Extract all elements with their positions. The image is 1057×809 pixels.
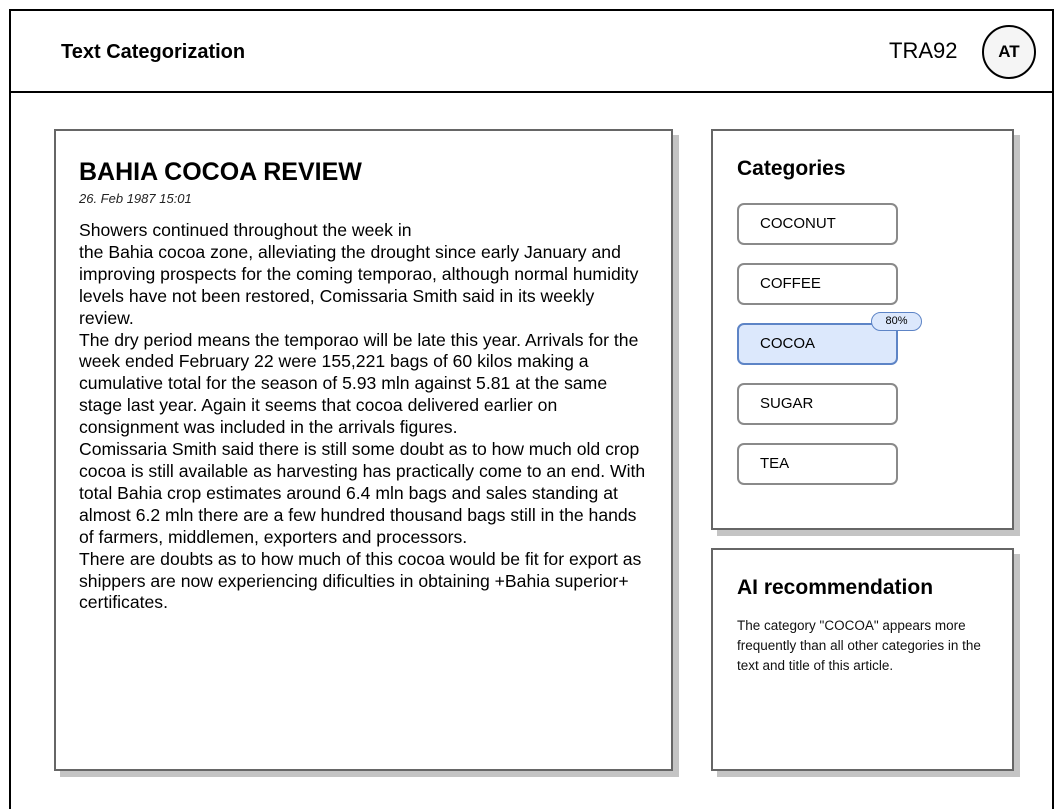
avatar-initials: AT — [998, 42, 1020, 61]
ai-recommendation-panel: AI recommendation The category "COCOA" a… — [711, 548, 1014, 771]
article-paragraph: The dry period means the temporao will b… — [79, 329, 639, 438]
ai-recommendation-text: The category "COCOA" appears more freque… — [737, 618, 981, 673]
category-button-coffee[interactable]: COFFEE — [737, 263, 898, 305]
category-label: COCOA — [760, 335, 816, 352]
avatar[interactable]: AT — [982, 25, 1036, 79]
category-button-tea[interactable]: TEA — [737, 443, 898, 485]
categories-panel: Categories COCONUT COFFEE COCOA 80% SUGA… — [711, 129, 1014, 530]
category-label: TEA — [760, 455, 790, 472]
category-button-coconut[interactable]: COCONUT — [737, 203, 898, 245]
category-label: COFFEE — [760, 275, 821, 292]
article-body: Showers continued throughout the week in… — [79, 220, 651, 614]
category-button-sugar[interactable]: SUGAR — [737, 383, 898, 425]
article-paragraph: Comissaria Smith said there is still som… — [79, 439, 646, 547]
article-card: BAHIA COCOA REVIEW 26. Feb 1987 15:01 Sh… — [54, 129, 673, 771]
article-title: BAHIA COCOA REVIEW — [79, 158, 362, 186]
article-paragraph: Showers continued throughout the week in… — [79, 220, 639, 328]
category-button-cocoa[interactable]: COCOA 80% — [737, 312, 922, 365]
article-paragraph: There are doubts as to how much of this … — [79, 548, 642, 613]
confidence-badge: 80% — [871, 312, 922, 331]
category-list: COCONUT COFFEE COCOA 80% SUGAR TEA — [737, 203, 1012, 485]
app-title: Text Categorization — [61, 41, 246, 63]
app-header: Text Categorization TRA92 AT — [9, 9, 1054, 93]
category-label: COCONUT — [760, 215, 836, 232]
category-label: SUGAR — [760, 395, 814, 412]
ai-recommendation-title: AI recommendation — [737, 576, 934, 599]
categories-title: Categories — [737, 157, 846, 180]
user-id: TRA92 — [889, 38, 958, 63]
article-date: 26. Feb 1987 15:01 — [79, 191, 192, 206]
